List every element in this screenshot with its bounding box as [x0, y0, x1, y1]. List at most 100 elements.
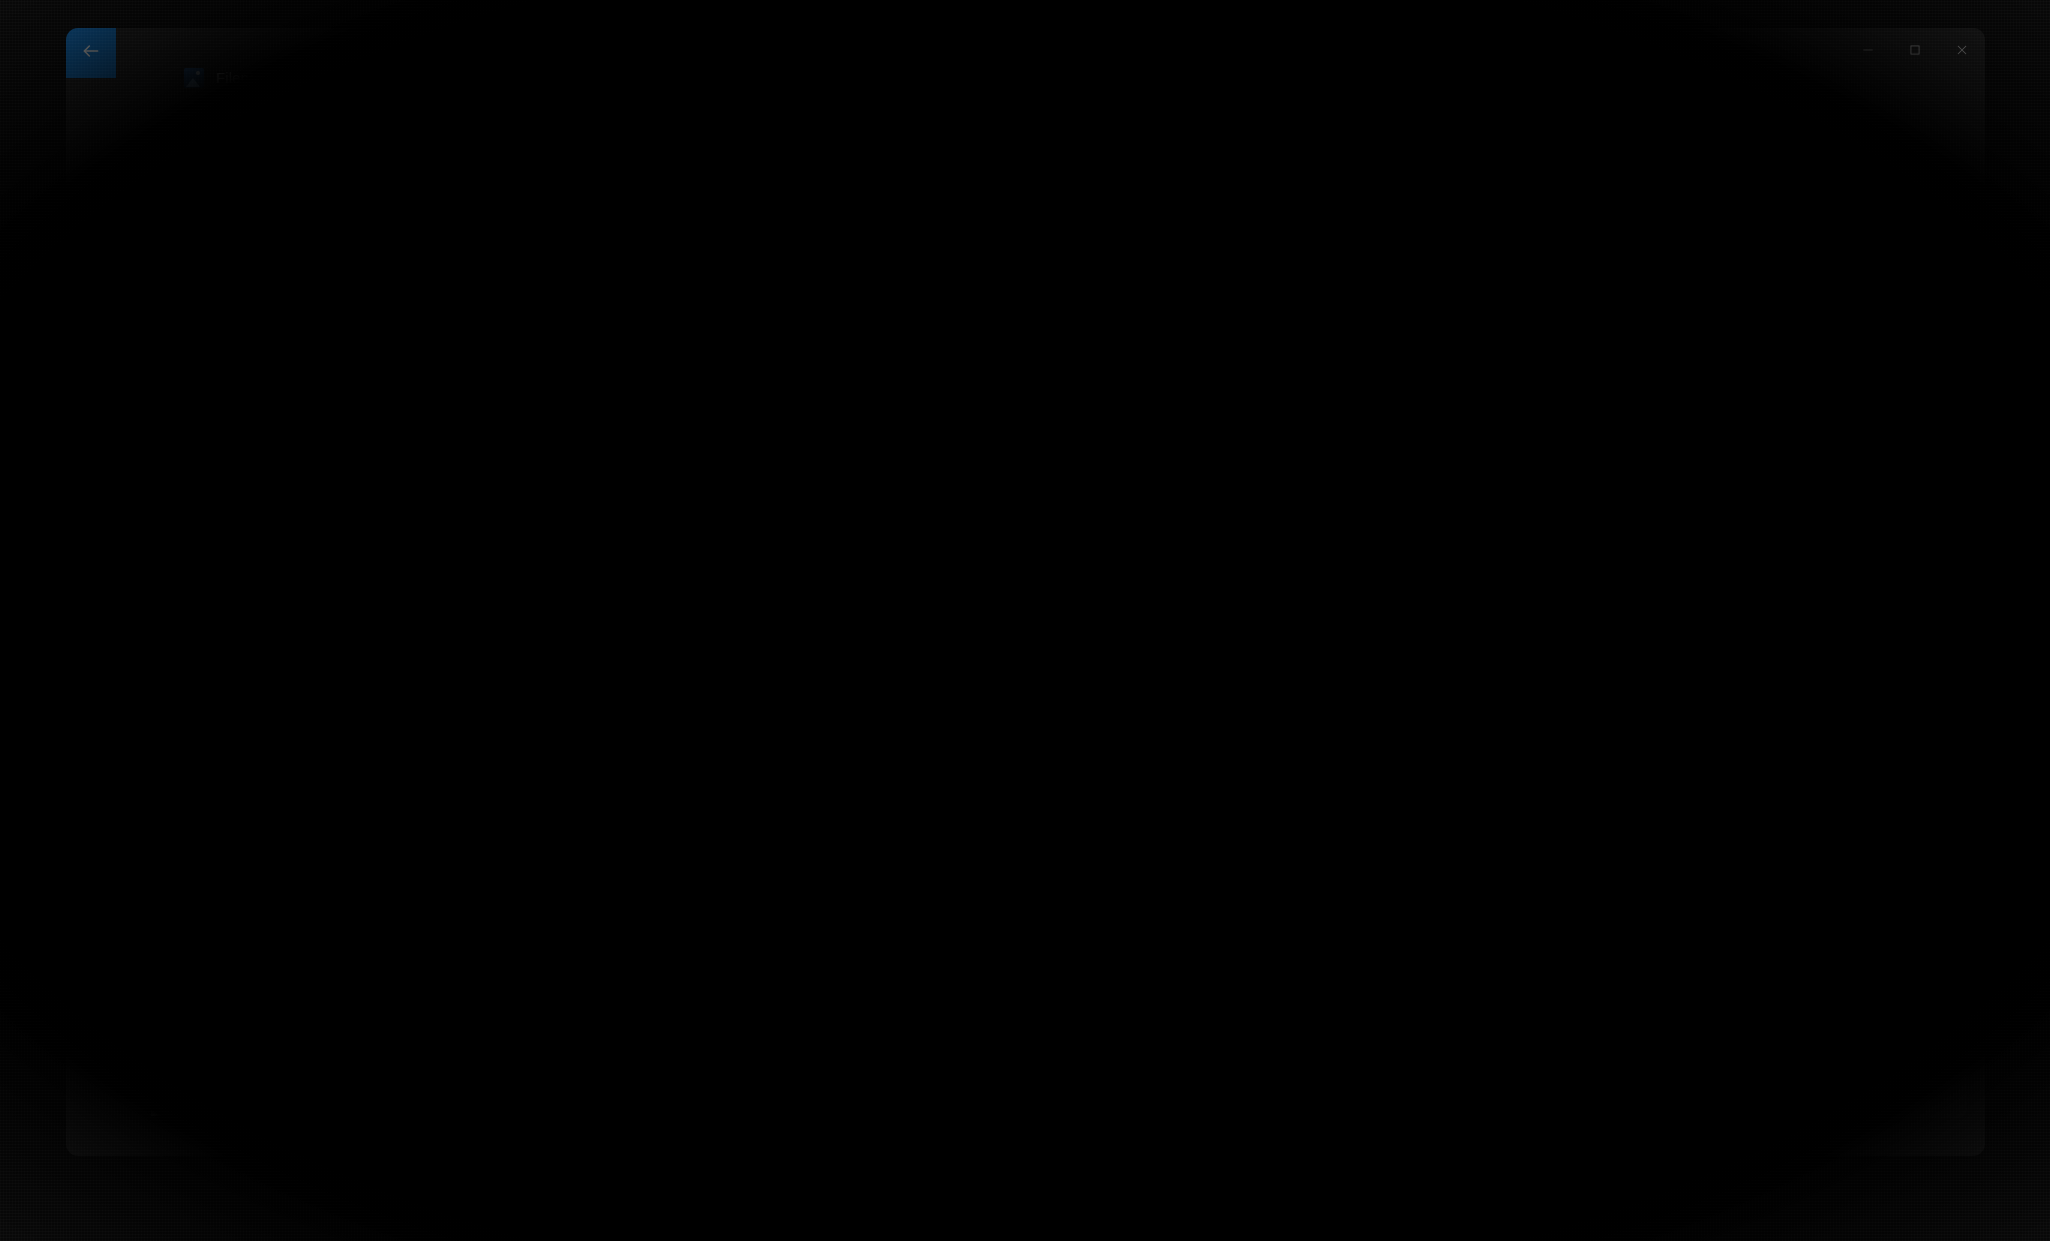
- cancel-button[interactable]: Cancel: [1799, 133, 1917, 177]
- photos-editor-window: Filename01.jpg 120% Reset Crop Adjustmen…: [66, 28, 1985, 1156]
- background-brush-tool-row: Background brush tool Off: [1570, 780, 1892, 800]
- blue-label: Blue: [1840, 645, 1865, 659]
- editor-tabs: Crop Adjustment Filters Markup Retouch B…: [746, 136, 1496, 187]
- hue-slider[interactable]: [1563, 608, 1781, 626]
- save-options-button[interactable]: Save options: [1619, 133, 1779, 177]
- back-button[interactable]: [66, 28, 116, 78]
- panel-actions: Apply Reset background: [1570, 835, 1891, 873]
- tab-adjustment[interactable]: Adjustment: [852, 136, 1002, 174]
- hex-label: Hex: [1572, 645, 1594, 659]
- tab-label: Retouch: [1261, 147, 1319, 164]
- image-file-icon: [184, 68, 204, 88]
- reset-background-button[interactable]: Reset background: [1736, 835, 1891, 873]
- tab-markup[interactable]: Markup: [1087, 136, 1211, 174]
- window-title: Filename01.jpg: [216, 69, 320, 87]
- actual-size-button[interactable]: [232, 137, 272, 175]
- editor-toolbar: 120% Reset Crop Adjustment Filters Marku…: [66, 98, 1985, 188]
- toggle-track[interactable]: [1821, 780, 1862, 800]
- tab-label: Background: [1390, 147, 1474, 164]
- chevron-down-icon[interactable]: [1741, 133, 1779, 177]
- mode-label: Remove: [1722, 350, 1776, 366]
- retouch-icon: [1233, 144, 1252, 168]
- hex-input[interactable]: ffffff: [1570, 665, 1652, 695]
- toggle-knob: [1825, 784, 1838, 796]
- status-message: Press apply to complete the background c…: [607, 1151, 964, 1156]
- tab-label: Markup: [1137, 147, 1190, 164]
- background-mode-blur[interactable]: Blur: [1560, 235, 1670, 366]
- document-title-group: Filename01.jpg: [184, 68, 320, 88]
- color-value-fields: Hex ffffff Red 255 Green 255 Blue 255: [1570, 645, 1916, 695]
- image-canvas[interactable]: [151, 243, 1448, 1153]
- blue-input[interactable]: 255: [1838, 665, 1916, 695]
- apply-button[interactable]: Apply: [1570, 835, 1718, 873]
- tab-active-indicator: [1031, 178, 1057, 181]
- one-to-one-icon: [242, 144, 262, 168]
- panel-divider: [1570, 741, 1892, 742]
- background-side-panel: Blur Remove Replace Hex ffffff Red 255 G…: [1527, 188, 1967, 1118]
- parrot-icon: [1858, 248, 1910, 331]
- tab-active-indicator: [1405, 184, 1432, 187]
- background-mode-remove[interactable]: Remove: [1694, 235, 1804, 366]
- zoom-out-button[interactable]: [192, 137, 232, 175]
- zoom-toolbar: 120% Reset: [146, 133, 441, 179]
- green-label: Green: [1752, 645, 1786, 659]
- remove-thumbnail: [1699, 235, 1799, 335]
- maximize-icon: [1908, 43, 1922, 62]
- window-controls: [1844, 28, 1985, 76]
- tab-label: Filters: [1023, 144, 1066, 161]
- background-icon: [1363, 144, 1382, 168]
- back-arrow-icon: [81, 41, 101, 66]
- brightness-icon: [874, 144, 893, 168]
- brush-tool-toggle[interactable]: Off: [1821, 780, 1892, 800]
- blue-field-group: Blue 255: [1838, 645, 1916, 695]
- zoom-out-icon: [202, 144, 222, 168]
- undo-button[interactable]: [370, 137, 410, 175]
- saturation-value-handle[interactable]: [1560, 368, 1579, 387]
- close-button[interactable]: [1938, 28, 1985, 76]
- canvas-area: Press apply to complete the background c…: [66, 188, 1505, 1156]
- saturation-value-picker[interactable]: [1560, 368, 1830, 593]
- tab-label: Crop: [796, 147, 830, 164]
- replace-thumbnail: [1833, 235, 1933, 335]
- background-mode-replace[interactable]: Replace: [1828, 235, 1938, 366]
- tab-active-indicator: [1136, 184, 1162, 187]
- hex-field-group: Hex ffffff: [1570, 645, 1652, 695]
- parrot-icon: [1590, 248, 1642, 331]
- close-icon: [1955, 43, 1969, 62]
- crop-icon: [768, 144, 787, 168]
- tab-label: Adjustment: [901, 147, 980, 164]
- redo-button[interactable]: [410, 137, 450, 175]
- save-options-label: Save options: [1639, 147, 1723, 163]
- desktop-background: Filename01.jpg 120% Reset Crop Adjustmen…: [0, 0, 2050, 1241]
- minimize-icon: [1861, 43, 1875, 62]
- red-field-group: Red 255: [1662, 645, 1740, 695]
- hue-slider-handle[interactable]: [1563, 608, 1580, 626]
- undo-icon: [380, 144, 400, 168]
- green-input[interactable]: 255: [1750, 665, 1828, 695]
- redo-icon: [420, 144, 440, 168]
- red-input[interactable]: 255: [1662, 665, 1740, 695]
- parrot-icon: [1724, 248, 1776, 331]
- color-preview-swatch: [1840, 598, 1888, 638]
- tab-filters[interactable]: Filters: [1001, 136, 1087, 168]
- tab-active-indicator: [786, 184, 812, 187]
- tab-active-indicator: [913, 184, 939, 187]
- tab-retouch[interactable]: Retouch: [1211, 136, 1341, 174]
- top-right-actions: Save options Cancel: [1619, 133, 1917, 177]
- brush-icon: [1570, 781, 1588, 799]
- zoom-in-button[interactable]: [152, 137, 192, 175]
- tab-crop[interactable]: Crop: [746, 136, 852, 174]
- zoom-in-icon: [162, 144, 182, 168]
- title-bar: Filename01.jpg: [66, 28, 1985, 98]
- mode-label: Replace: [1856, 350, 1910, 366]
- reset-zoom-button[interactable]: Reset: [330, 137, 370, 175]
- tab-background[interactable]: Background: [1341, 136, 1496, 187]
- minimize-button[interactable]: [1844, 28, 1891, 76]
- tab-active-indicator: [1263, 184, 1289, 187]
- pen-icon: [1109, 144, 1128, 168]
- hue-slider-row: [1563, 608, 1830, 626]
- zoom-level-value[interactable]: 120%: [272, 137, 312, 175]
- maximize-button[interactable]: [1891, 28, 1938, 76]
- background-mode-list: Blur Remove Replace: [1557, 235, 1972, 366]
- background-panel-card: Blur Remove Replace Hex ffffff Red 255 G…: [1552, 210, 1967, 1080]
